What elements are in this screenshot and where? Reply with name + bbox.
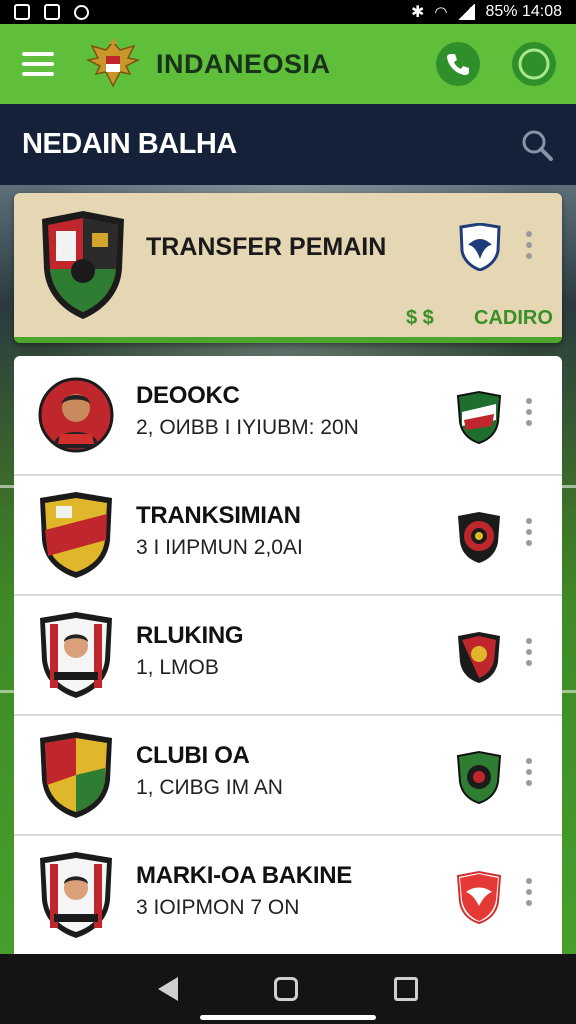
more-options-icon[interactable] (526, 878, 532, 906)
back-icon[interactable] (158, 977, 178, 1001)
battery-time-text: 85% 14:08 (485, 3, 562, 20)
notification-icon (44, 4, 60, 20)
system-nav-bar (0, 954, 576, 1024)
garuda-emblem-icon (84, 36, 142, 92)
app-bar: INDANEOSIA (0, 24, 576, 104)
club-crest-icon (40, 732, 112, 818)
image-icon (14, 4, 30, 20)
player-name: RLUKING (136, 622, 244, 649)
club-crest-icon (40, 492, 112, 578)
list-item[interactable]: MARKI-OA BAKINE 3 IOIPMON 7 ON (14, 836, 562, 954)
player-name: MARKI-OA BAKINE (136, 862, 352, 889)
more-options-icon[interactable] (526, 638, 532, 666)
status-bar: ✱ ◠ 85% 14:08 (0, 0, 576, 24)
app-title: INDANEOSIA (156, 48, 331, 79)
page-title: NEDAIN BALHA (22, 128, 237, 160)
player-name: TRANKSIMIAN (136, 502, 301, 529)
club-badge-icon (456, 870, 502, 924)
player-detail: 3 IOIPMON 7 ON (136, 896, 300, 919)
player-detail: 3 I IИPMUN 2,0AI (136, 536, 303, 559)
player-detail: 2, ОИBB I IYIUBM: 20N (136, 416, 359, 439)
featured-status: CADIRO (474, 307, 553, 329)
alarm-icon (74, 4, 89, 20)
team-badge-icon (459, 223, 501, 271)
more-options-icon[interactable] (526, 231, 532, 259)
phone-button[interactable] (436, 42, 480, 86)
list-item[interactable]: RLUKING 1, LMOB (14, 596, 562, 716)
list-item[interactable]: DEOOKC 2, ОИBB I IYIUBM: 20N (14, 356, 562, 476)
club-badge-icon (456, 750, 502, 804)
status-button[interactable] (512, 42, 556, 86)
list-item[interactable]: CLUBI OA 1, СИBG IM AN (14, 716, 562, 836)
circle-status-icon (518, 48, 550, 80)
list-item[interactable]: TRANKSIMIAN 3 I IИPMUN 2,0AI (14, 476, 562, 596)
player-list: DEOOKC 2, ОИBB I IYIUBM: 20N TRANKSIMIAN… (14, 356, 562, 954)
bluetooth-icon: ✱ (410, 4, 425, 21)
player-name: DEOOKC (136, 382, 240, 409)
recent-apps-icon[interactable] (394, 977, 418, 1001)
more-options-icon[interactable] (526, 758, 532, 786)
player-avatar (40, 612, 112, 698)
more-options-icon[interactable] (526, 398, 532, 426)
player-detail: 1, LMOB (136, 656, 219, 679)
wifi-icon: ◠ (434, 4, 448, 21)
club-badge-icon (458, 512, 500, 563)
player-detail: 1, СИBG IM AN (136, 776, 283, 799)
player-name: CLUBI OA (136, 742, 250, 769)
signal-icon (457, 4, 476, 20)
phone-icon (447, 54, 469, 75)
home-icon[interactable] (274, 977, 298, 1001)
search-icon[interactable] (520, 128, 554, 162)
more-options-icon[interactable] (526, 518, 532, 546)
player-avatar (40, 852, 112, 938)
gesture-handle[interactable] (200, 1015, 376, 1020)
player-avatar (38, 377, 114, 453)
featured-title: TRANSFER PEMAIN (146, 233, 387, 261)
featured-transfer-card[interactable]: TRANSFER PEMAIN $ $ CADIRO (14, 193, 562, 343)
club-badge-icon (456, 390, 502, 444)
featured-price: $ $ (406, 307, 434, 329)
section-header: NEDAIN BALHA (0, 104, 576, 185)
hamburger-icon[interactable] (22, 52, 54, 76)
club-badge-icon (458, 632, 500, 683)
club-crest-icon (42, 211, 124, 319)
